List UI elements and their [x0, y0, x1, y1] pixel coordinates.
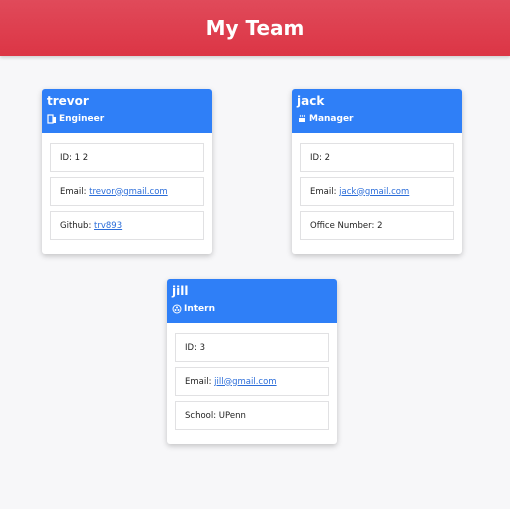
card-body: ID: 3 Email: jill@gmail.com School: UPen… — [167, 323, 337, 444]
email-item: Email: jill@gmail.com — [175, 367, 329, 396]
glasses-icon — [47, 114, 57, 124]
email-item: Email: trevor@gmail.com — [50, 177, 204, 206]
email-label: Email: — [185, 376, 212, 387]
email-link[interactable]: trevor@gmail.com — [89, 187, 168, 197]
id-label: ID: — [185, 342, 197, 353]
card-header: jill Intern — [167, 279, 337, 323]
id-label: ID: — [310, 152, 322, 163]
school-item: School: UPenn — [175, 401, 329, 430]
mug-icon — [297, 114, 307, 124]
role-label: Engineer — [59, 114, 105, 124]
employee-card-trevor: trevor Engineer ID: 1 2 Email: trevor@gm… — [42, 89, 212, 254]
id-value: 1 2 — [74, 152, 89, 163]
card-header: jack Manager — [292, 89, 462, 133]
email-label: Email: — [60, 186, 87, 197]
page-title: My Team — [205, 16, 305, 40]
id-item: ID: 1 2 — [50, 143, 204, 172]
email-link[interactable]: jill@gmail.com — [214, 377, 276, 387]
page-header: My Team — [0, 0, 510, 56]
graduation-cap-icon — [172, 304, 182, 314]
card-body: ID: 1 2 Email: trevor@gmail.com Github: … — [42, 133, 212, 254]
github-label: Github: — [60, 220, 92, 231]
employee-card-jack: jack Manager ID: 2 Email: jack@gmail.com… — [292, 89, 462, 254]
card-body: ID: 2 Email: jack@gmail.com Office Numbe… — [292, 133, 462, 254]
email-label: Email: — [310, 186, 337, 197]
employee-name: trevor — [47, 94, 89, 108]
id-item: ID: 2 — [300, 143, 454, 172]
school-value: UPenn — [218, 410, 246, 421]
card-header: trevor Engineer — [42, 89, 212, 133]
office-number-label: Office Number: — [310, 220, 375, 231]
office-number-value: 2 — [377, 220, 383, 231]
office-number-item: Office Number: 2 — [300, 211, 454, 240]
github-link[interactable]: trv893 — [94, 221, 122, 231]
email-link[interactable]: jack@gmail.com — [339, 187, 409, 197]
employee-name: jack — [297, 94, 325, 108]
id-value: 3 — [199, 342, 206, 353]
id-value: 2 — [324, 152, 331, 163]
id-item: ID: 3 — [175, 333, 329, 362]
email-item: Email: jack@gmail.com — [300, 177, 454, 206]
id-label: ID: — [60, 152, 72, 163]
employee-card-jill: jill Intern ID: 3 Email: jill@gmail.com … — [167, 279, 337, 444]
employee-role: Manager — [297, 114, 457, 124]
github-item: Github: trv893 — [50, 211, 204, 240]
employee-name: jill — [172, 284, 189, 298]
role-label: Manager — [309, 114, 354, 124]
role-label: Intern — [184, 304, 216, 314]
employee-role: Intern — [172, 304, 332, 314]
employee-role: Engineer — [47, 114, 207, 124]
school-label: School: — [185, 410, 217, 421]
